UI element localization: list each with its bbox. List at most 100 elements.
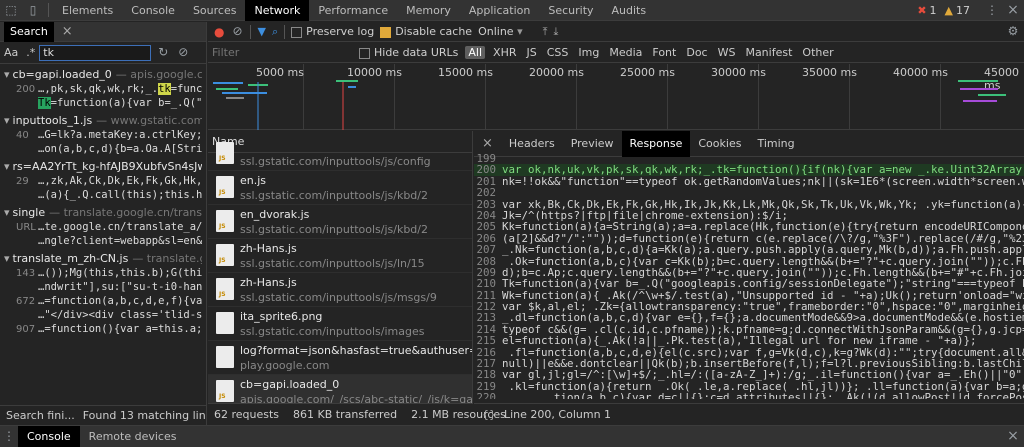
result-file[interactable]: ▾translate_m_zh-CN.js— translate.google.… <box>4 252 202 266</box>
search-icon[interactable]: ⌕ <box>272 25 278 39</box>
search-tab[interactable]: Search <box>4 22 54 42</box>
editor-status: {} Line 200, Column 1 <box>474 403 1024 425</box>
filter-input[interactable] <box>212 44 352 61</box>
result-file[interactable]: ▾cb=gapi.loaded_0— apis.google.com/_/scs… <box>4 68 202 82</box>
match-case-toggle[interactable]: Aa <box>4 46 18 59</box>
tab-network[interactable]: Network <box>245 0 310 21</box>
more-options-icon[interactable]: ⋮ <box>982 0 1002 21</box>
type-filter-xhr[interactable]: XHR <box>491 46 518 59</box>
clear-log-icon[interactable]: ⊘ <box>230 21 244 42</box>
result-line-text: …,zk,Ak,Ck,Dk,Ek,Fk,Gk,Hk,Ik,Jk,Kk,… <box>38 175 202 187</box>
type-filter-js[interactable]: JS <box>525 46 539 59</box>
response-code-viewer[interactable]: 199 200 var ok,nk,uk,vk,pk,sk,qk,wk,rk;_.t… <box>474 153 1024 399</box>
tree-toggle-icon[interactable]: ▾ <box>4 68 10 81</box>
error-icon[interactable]: ✖ <box>917 4 926 17</box>
tab-security[interactable]: Security <box>539 0 602 21</box>
pretty-print-icon[interactable]: {} <box>482 408 496 421</box>
result-line[interactable]: …ngle?client=webapp&sl=en&tl=z… <box>4 234 202 248</box>
close-icon[interactable]: × <box>1002 426 1024 447</box>
code-line: 216 _.fl=function(a,b,c,d,e){el(c.src);va… <box>474 347 1024 358</box>
result-line[interactable]: 29 …,zk,Ak,Ck,Dk,Ek,Fk,Gk,Hk,Ik,Jk,Kk,… <box>4 174 202 188</box>
type-filter-all[interactable]: All <box>465 46 486 59</box>
network-toolbar: ● ⊘ ▼ ⌕ Preserve log Disable cache Onlin… <box>208 22 1024 42</box>
code-line-number: 211 <box>476 289 496 302</box>
drawer-tab-console[interactable]: Console <box>18 426 80 447</box>
code-line-text: var gl,jl;gl=/^:[\w]+$/;_.hl=/:([a-zA-Z_… <box>502 369 1024 381</box>
result-file[interactable]: ▾inputtools_1.js— www.gstatic.com/inputt… <box>4 114 202 128</box>
file-icon <box>216 346 234 368</box>
close-icon[interactable]: × <box>62 24 73 39</box>
hide-data-urls-checkbox[interactable]: Hide data URLs <box>359 46 458 59</box>
result-file[interactable]: ▾single— translate.google.cn/translate_a… <box>4 206 202 220</box>
refresh-icon[interactable]: ↻ <box>155 42 171 63</box>
settings-gear-icon[interactable]: ⚙ <box>1002 21 1024 42</box>
warning-count[interactable]: 17 <box>956 4 970 17</box>
type-filter-manifest[interactable]: Manifest <box>743 46 794 59</box>
type-filter-font[interactable]: Font <box>650 46 678 59</box>
filter-icon[interactable]: ▼ <box>257 25 265 38</box>
type-filter-img[interactable]: Img <box>576 46 601 59</box>
code-line: 215 el=function(a){_.Ak(!a||_.Pk.test(a),… <box>474 335 1024 346</box>
type-filter-ws[interactable]: WS <box>716 46 738 59</box>
more-tools-icon[interactable]: ⋮ <box>0 426 18 447</box>
request-row[interactable]: zh-Hans.js ssl.gstatic.com/inputtools/js/… <box>208 239 472 273</box>
type-filter-other[interactable]: Other <box>800 46 835 59</box>
clear-icon[interactable]: ⊘ <box>175 42 191 63</box>
timeline-waterfall[interactable] <box>208 64 1024 130</box>
tab-performance[interactable]: Performance <box>309 0 397 21</box>
request-row[interactable]: ita_sprite6.png ssl.gstatic.com/inputtool… <box>208 307 472 341</box>
error-count[interactable]: 1 <box>930 4 937 17</box>
close-icon[interactable]: × <box>482 136 493 151</box>
request-row[interactable]: en_dvorak.js ssl.gstatic.com/inputtools/j… <box>208 205 472 239</box>
request-list: Name ssl.gstatic.com/inputtools/js/confi… <box>208 131 473 425</box>
hide-data-urls-label: Hide data URLs <box>374 46 459 59</box>
search-panel: Search × Aa .* tk ↻ ⊘ ▾ cb=gapi.loaded_0—… <box>0 22 207 425</box>
result-line[interactable]: URL…te.google.cn/translate_a/single?cl… <box>4 220 202 234</box>
type-filter-css[interactable]: CSS <box>545 46 571 59</box>
request-row[interactable]: log?format=json&hasfast=true&authuser=0 p… <box>208 341 472 375</box>
tab-sources[interactable]: Sources <box>184 0 246 21</box>
type-filter-media[interactable]: Media <box>607 46 644 59</box>
result-line[interactable]: …(a){_.Q.call(this);this.headers=new … <box>4 188 202 202</box>
search-status-summary: Found 13 matching lines in… <box>82 408 206 422</box>
search-input[interactable]: tk <box>39 44 152 61</box>
disable-cache-checkbox[interactable]: Disable cache <box>380 25 472 38</box>
record-icon[interactable]: ● <box>214 25 224 39</box>
inspect-element-icon[interactable]: ⬚ <box>0 0 22 21</box>
import-har-icon[interactable]: ⤒ <box>543 25 548 39</box>
result-file[interactable]: ▾rs=AA2YrTt_kg-hfAJB9XubfvSn4sJw-qS… <box>4 160 202 174</box>
export-har-icon[interactable]: ⤓ <box>553 25 558 39</box>
result-line[interactable]: …ndwrit"],su:["su-t-i0-handwrit"],sv:… <box>4 280 202 294</box>
drawer-tab-remote-devices[interactable]: Remote devices <box>80 426 186 447</box>
close-icon[interactable]: × <box>1002 0 1024 21</box>
search-result-group: ▾inputtools_1.js— www.gstatic.com/inputt… <box>0 114 206 156</box>
result-line[interactable]: 143…());Mg(this,this.b);G(this.b,"tick",… <box>4 266 202 280</box>
result-line[interactable]: …on(a,b,c,d){b=a.Oa.A[String(b)];if(b)… <box>4 142 202 156</box>
tree-toggle-icon[interactable]: ▾ <box>4 206 10 219</box>
regex-toggle[interactable]: .* <box>26 46 35 59</box>
preserve-log-checkbox[interactable]: Preserve log <box>291 25 374 38</box>
tab-memory[interactable]: Memory <box>397 0 460 21</box>
tab-console[interactable]: Console <box>122 0 184 21</box>
tree-toggle-icon[interactable]: ▾ <box>4 160 10 173</box>
tree-toggle-icon[interactable]: ▾ <box>4 114 10 127</box>
device-toolbar-icon[interactable]: ▯ <box>22 0 44 21</box>
tree-toggle-icon[interactable]: ▾ <box>4 252 10 265</box>
request-row[interactable]: en.js ssl.gstatic.com/inputtools/js/kbd/2 <box>208 171 472 205</box>
result-line-text: …,pk,sk,qk,wk,rk;_. <box>38 83 159 95</box>
throttling-select[interactable]: Online ▾ <box>478 25 523 38</box>
tab-audits[interactable]: Audits <box>603 0 656 21</box>
request-row[interactable]: zh-Hans.js ssl.gstatic.com/inputtools/js/… <box>208 273 472 307</box>
request-row[interactable]: ssl.gstatic.com/inputtools/js/config <box>208 137 472 171</box>
result-line[interactable]: 672…=function(a,b,c,d,e,f){var g={cm:"g… <box>4 294 202 308</box>
result-line[interactable]: 200…,pk,sk,qk,wk,rk;_.tk=function(){if(n… <box>4 82 202 96</box>
request-name: en_dvorak.js <box>240 208 310 221</box>
result-line[interactable]: 907…=function(){var a=this.a;a.mh=0;Xv… <box>4 322 202 336</box>
type-filter-doc[interactable]: Doc <box>684 46 709 59</box>
result-line[interactable]: 40 …G=lk?a.metaKey:a.ctrlKey;this.B=a;… <box>4 128 202 142</box>
tab-application[interactable]: Application <box>460 0 539 21</box>
tab-elements[interactable]: Elements <box>53 0 122 21</box>
result-line[interactable]: …"</div><div class='tlid-show-less-… <box>4 308 202 322</box>
result-line[interactable]: Tk=function(a){var b=_.Q("googleapi… <box>4 96 202 110</box>
warning-icon[interactable]: ▲ <box>945 4 953 17</box>
